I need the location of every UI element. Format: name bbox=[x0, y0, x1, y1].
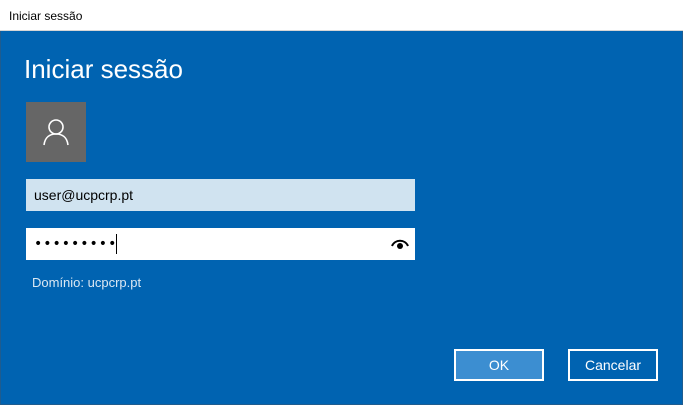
password-field[interactable] bbox=[26, 228, 376, 260]
password-field-container[interactable] bbox=[26, 228, 415, 260]
username-field[interactable] bbox=[26, 179, 415, 211]
window-title: Iniciar sessão bbox=[9, 9, 83, 23]
sign-in-dialog: Iniciar sessão Domínio: ucpcrp.pt OK Can… bbox=[0, 31, 683, 405]
title-bar: Iniciar sessão bbox=[0, 0, 683, 31]
ok-button[interactable]: OK bbox=[454, 349, 544, 381]
user-icon bbox=[43, 119, 69, 146]
reveal-password-button[interactable] bbox=[391, 236, 409, 252]
eye-icon bbox=[391, 239, 409, 249]
text-caret bbox=[116, 234, 117, 254]
avatar bbox=[26, 102, 86, 162]
domain-label: Domínio: ucpcrp.pt bbox=[32, 275, 142, 290]
cancel-button[interactable]: Cancelar bbox=[568, 349, 658, 381]
dialog-heading: Iniciar sessão bbox=[24, 54, 183, 84]
